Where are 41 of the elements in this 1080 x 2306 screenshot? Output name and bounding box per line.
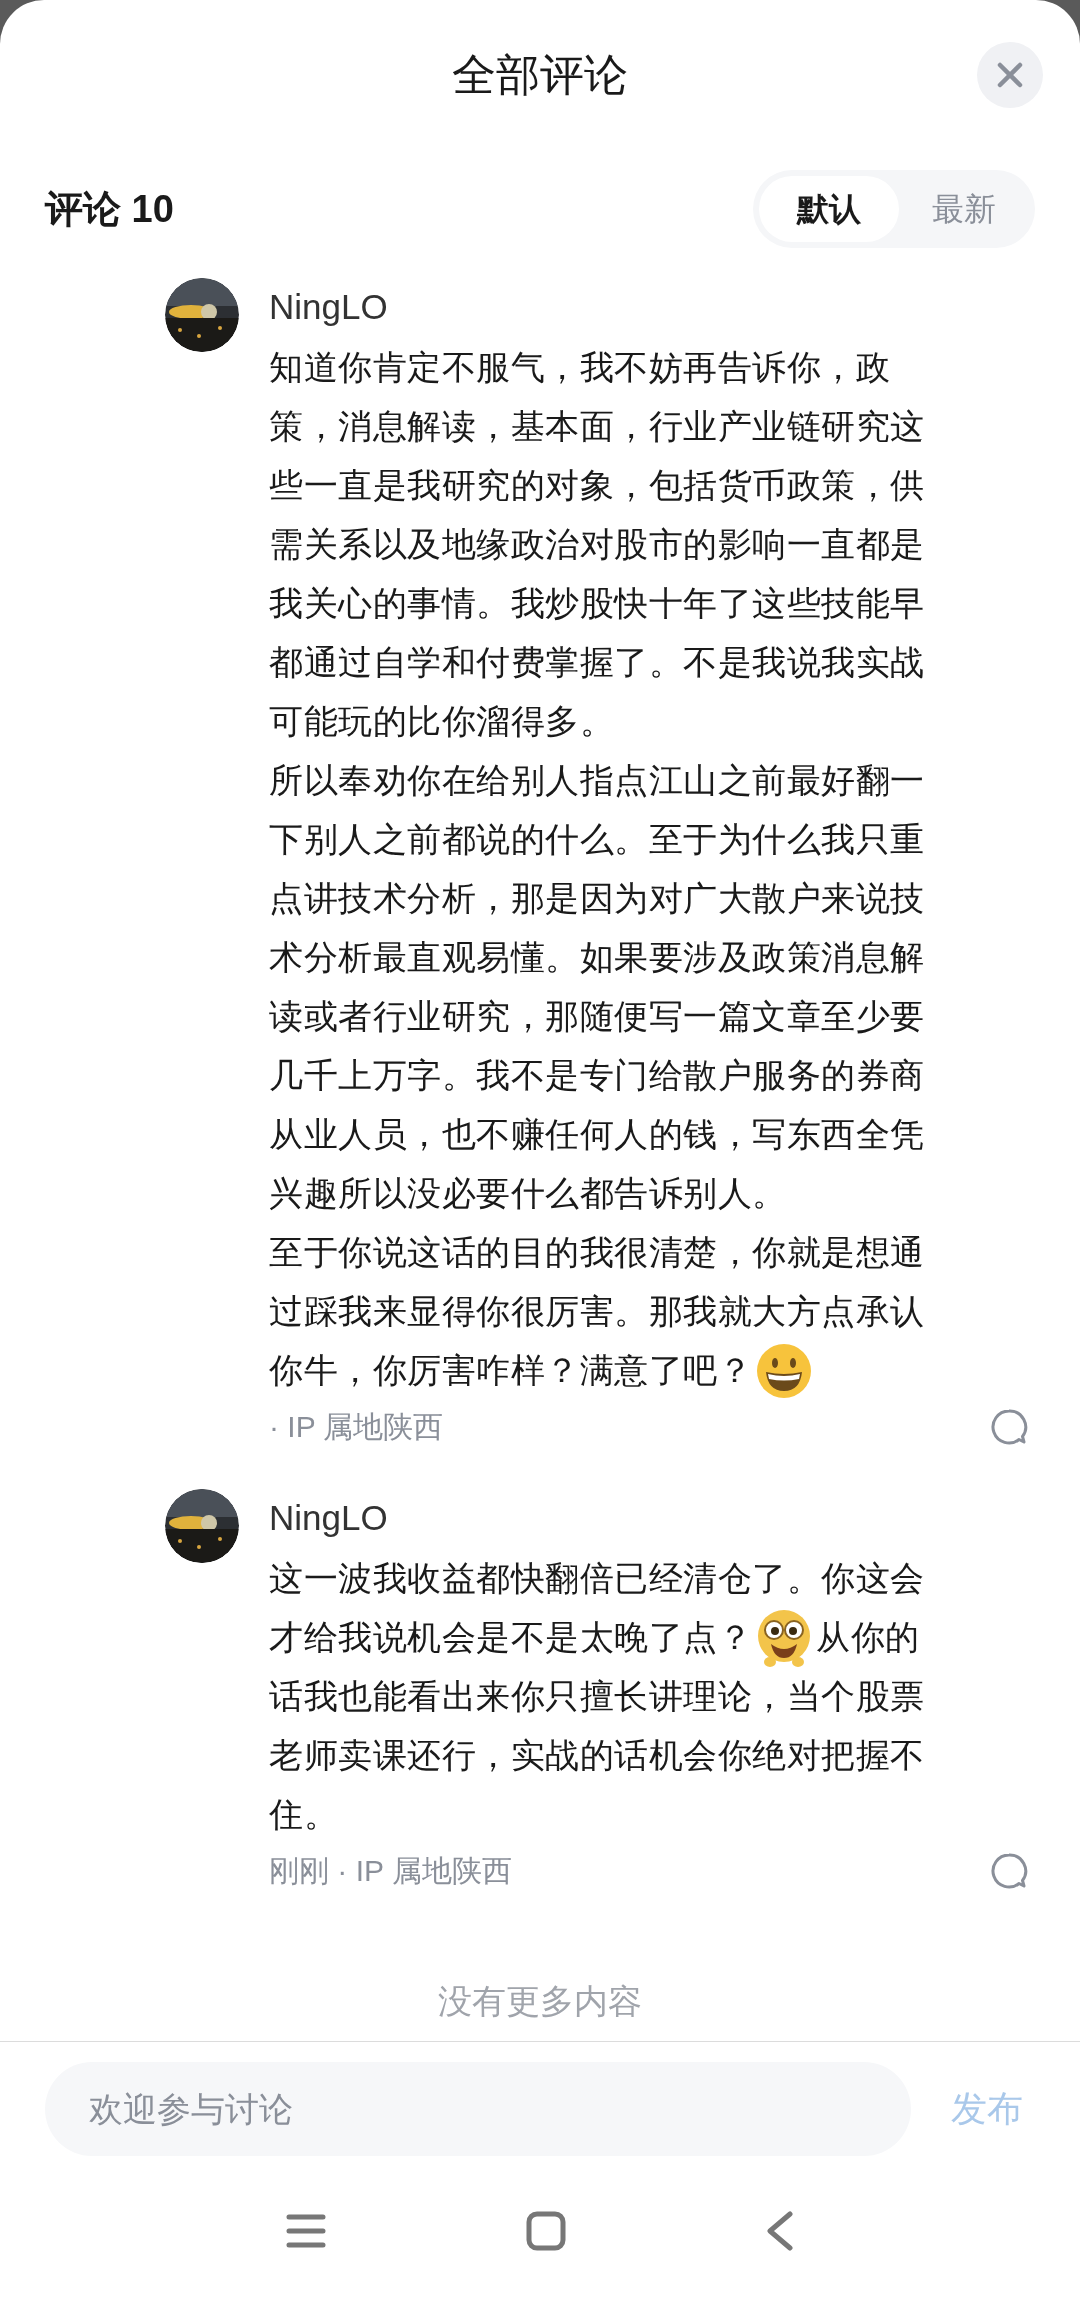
comment-text: 所以奉劝你在给别人指点江山之前最好翻一	[269, 760, 925, 801]
sort-tab[interactable]: 默认	[759, 176, 899, 242]
comment-text: 些一直是我研究的对象，包括货币政策，供	[269, 465, 925, 506]
comment-input[interactable]: 欢迎参与讨论	[45, 2062, 911, 2156]
comment-text: 下别人之前都说的什么。至于为什么我只重	[269, 819, 925, 860]
back-icon[interactable]	[766, 2211, 794, 2251]
comment-text: 老师卖课还行，实战的话机会你绝对把握不	[269, 1735, 925, 1776]
comment-text: 至于你说这话的目的我很清楚，你就是想通	[269, 1232, 925, 1273]
reply-icon[interactable]	[989, 1850, 1029, 1891]
comment-text: 从业人员，也不赚任何人的钱，写东西全凭	[269, 1114, 925, 1155]
end-note: 没有更多内容	[438, 1981, 642, 2022]
comment-text: 都通过自学和付费掌握了。不是我说我实战	[269, 642, 925, 683]
comment-text: 过踩我来显得你很厉害。那我就大方点承认	[269, 1291, 925, 1332]
comment-text: 兴趣所以没必要什么都告诉别人。	[269, 1173, 787, 1214]
comment-meta: 刚刚 · IP 属地陕西	[269, 1853, 512, 1889]
comment-text: 我关心的事情。我炒股快十年了这些技能早	[269, 583, 925, 624]
menu-icon[interactable]	[286, 2213, 326, 2249]
goggle-eyed-face-icon	[756, 1607, 812, 1668]
comment-text: 几千上万字。我不是专门给散户服务的券商	[269, 1055, 925, 1096]
comment-text: 知道你肯定不服气，我不妨再告诉你，政	[269, 347, 890, 388]
comment-text: 你牛，你厉害咋样？满意了吧？	[269, 1350, 752, 1391]
comment-text: 话我也能看出来你只擅长讲理论，当个股票	[269, 1676, 925, 1717]
author-name[interactable]: NingLO	[269, 284, 1029, 330]
sheet-title: 全部评论	[452, 49, 628, 101]
reply-icon[interactable]	[989, 1406, 1029, 1447]
author-name[interactable]: NingLO	[269, 1495, 1029, 1541]
comment-text: 读或者行业研究，那随便写一篇文章至少要	[269, 996, 925, 1037]
comment-count: 评论 10	[45, 186, 174, 232]
home-icon[interactable]	[526, 2211, 566, 2251]
comment-text: 才给我说机会是不是太晚了点？	[269, 1617, 752, 1658]
comment-text: 这一波我收益都快翻倍已经清仓了。你这会	[269, 1558, 925, 1599]
comment-text: 需关系以及地缘政治对股市的影响一直都是	[269, 524, 925, 565]
comment-meta: · IP 属地陕西	[269, 1409, 444, 1445]
close-icon	[997, 62, 1023, 88]
comment-text: 从你的	[816, 1617, 920, 1658]
grinning-face-icon	[756, 1342, 812, 1399]
comment-text: 可能玩的比你溜得多。	[269, 701, 614, 742]
comment-text: 点讲技术分析，那是因为对广大散户来说技	[269, 878, 925, 919]
comment-text: 策，消息解读，基本面，行业产业链研究这	[269, 406, 925, 447]
comment-text: 术分析最直观易懂。如果要涉及政策消息解	[269, 937, 925, 978]
comment-text: 住。	[269, 1794, 338, 1835]
